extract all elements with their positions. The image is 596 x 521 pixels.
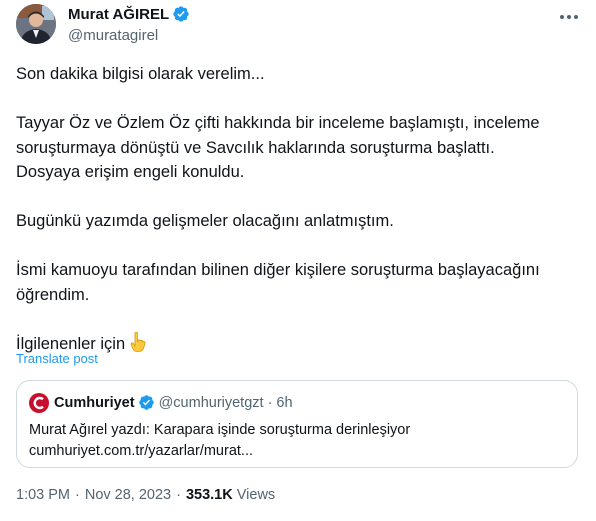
post-line: Son dakika bilgisi olarak verelim... [16,65,265,83]
verified-badge-icon [172,5,190,23]
author-handle[interactable]: @muratagirel [68,27,158,44]
post-line: soruşturmaya dönüştü ve Savcılık hakları… [16,138,495,157]
cumhuriyet-logo-icon [29,393,49,413]
post-line: Dosyaya erişim engeli konuldu. [16,163,245,181]
post-time[interactable]: 1:03 PM [16,487,70,503]
post-line: öğrendim. [16,285,90,304]
quoted-post-header: Cumhuriyet @cumhuriyetgzt · 6h [29,393,293,413]
quoted-author-handle: @cumhuriyetgzt [158,395,264,411]
more-options-icon[interactable] [560,12,582,22]
separator-dot: · [75,487,80,503]
post-date[interactable]: Nov 28, 2023 [85,487,171,503]
views-label: Views [236,487,276,503]
quoted-post-text: Murat Ağırel yazdı: Karapara işinde soru… [29,422,411,438]
pointing-down-emoji-icon [129,331,147,360]
avatar[interactable] [16,4,56,44]
post-line: İsmi kamuoyu tarafından bilinen diğer ki… [16,261,540,279]
profile-photo-icon [16,4,56,44]
post-text: Son dakika bilgisi olarak verelim... Tay… [16,62,581,359]
author-name-text[interactable]: Murat AĞIREL [68,6,169,23]
quoted-post-card[interactable]: Cumhuriyet @cumhuriyetgzt · 6h Murat Ağı… [16,380,578,468]
post-line: Bugünkü yazımda gelişmeler olacağını anl… [16,212,394,230]
quoted-post-time[interactable]: 6h [276,395,292,411]
translate-post-link[interactable]: Translate post [16,351,98,366]
separator-dot: · [267,395,273,411]
post-card: Murat AĞIREL @muratagirel Son dakika bil… [0,0,596,521]
post-line: İlgilenenler için [16,334,126,353]
quoted-post-link: cumhuriyet.com.tr/yazarlar/murat... [29,443,253,459]
post-line: Tayyar Öz ve Özlem Öz çifti hakkında bir… [16,114,540,132]
views-count: 353.1K [185,487,233,503]
post-line-last: İlgilenenler için [16,331,581,360]
verified-badge-icon [138,394,156,412]
author-name[interactable]: Murat AĞIREL [68,5,190,23]
post-metadata: 1:03 PM · Nov 28, 2023 · 353.1K Views [16,487,275,503]
quoted-author-name[interactable]: Cumhuriyet [54,395,135,411]
separator-dot: · [176,487,181,503]
